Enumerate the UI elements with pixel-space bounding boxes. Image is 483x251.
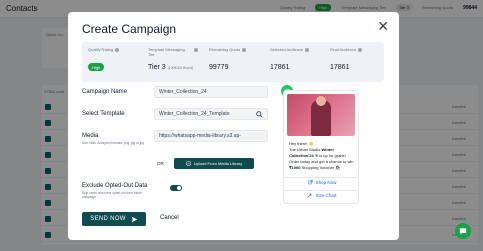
exclude-opted-out-label: Exclude Opted-Out Data (82, 183, 148, 189)
modal-title: Create Campaign (82, 22, 177, 36)
exclude-opted-out-hint: Skip users who have opted out from futur… (82, 191, 142, 199)
campaign-name-input[interactable]: Winter_Collection_24 (154, 86, 268, 98)
chat-icon (459, 228, 467, 235)
send-now-label: SEND NOW (90, 216, 126, 222)
preview-greeting: Hey there! 👋 (289, 141, 314, 146)
quality-badge: High (88, 63, 105, 71)
selected-audience-value: 17861 (270, 64, 290, 71)
info-icon[interactable] (194, 47, 198, 52)
campaign-stats-bar: Quality Rating High Template Messaging T… (82, 42, 384, 82)
exclude-opted-out-toggle[interactable] (170, 185, 182, 191)
create-campaign-modal: Create Campaign ✕ Quality Rating High Te… (68, 12, 399, 240)
preview-message: Hey there! 👋 The Urban Studio Winter Col… (289, 141, 354, 170)
remaining-quota-value: 99779 (209, 64, 229, 71)
media-hint: Size:5MB, Accepted formats: png, jpg or … (82, 141, 145, 145)
tier-value: Tier 3 (148, 64, 166, 71)
upload-media-button[interactable]: Upload From Media Library (174, 158, 254, 169)
media-url-input[interactable]: https://whatsapp-media-library.s3.ap- (154, 130, 268, 142)
stat-label: Remaining Quota (209, 47, 241, 52)
external-link-icon (307, 180, 313, 185)
size-chart-label: Size Chart (315, 193, 337, 198)
chat-button[interactable] (455, 223, 471, 239)
toggle-knob (177, 186, 181, 190)
send-now-button[interactable]: SEND NOW (82, 212, 146, 226)
send-icon (131, 216, 138, 222)
stat-messaging-tier: Template Messaging Tier Tier 3 (100K/24 … (148, 47, 198, 71)
upload-media-label: Upload From Media Library (193, 161, 243, 166)
template-select[interactable]: Winter_Collection_24_Template (154, 108, 268, 120)
or-separator: OR (157, 161, 164, 166)
message-preview: Hey there! 👋 The Urban Studio Winter Col… (283, 90, 359, 204)
stat-remaining-quota: Remaining Quota 99779 (209, 47, 259, 71)
campaign-name-label: Campaign Name (82, 89, 128, 95)
info-icon[interactable] (115, 47, 120, 52)
preview-image (287, 94, 355, 136)
shop-now-label: Shop Now (315, 180, 337, 185)
size-chart-button[interactable]: Size Chart (284, 193, 358, 198)
tier-limit: (100K/24 Hours) (167, 66, 194, 70)
shop-now-button[interactable]: Shop Now (284, 180, 358, 185)
info-icon[interactable] (358, 47, 363, 52)
image-icon (186, 161, 191, 166)
link-arrow-icon (307, 193, 312, 198)
stat-quality-rating: Quality Rating High (88, 47, 132, 71)
stat-final-audience: Final Audience 17861 (330, 47, 380, 71)
select-template-label: Select Template (82, 111, 125, 117)
media-label: Media (82, 133, 99, 139)
template-select-value: Winter_Collection_24_Template (159, 111, 230, 117)
close-icon[interactable]: ✕ (377, 19, 389, 33)
final-audience-value: 17861 (330, 64, 350, 71)
stat-label: Quality Rating (88, 47, 114, 52)
stat-selected-audience: Selected Audience 17861 (270, 47, 310, 71)
info-icon[interactable] (242, 47, 247, 52)
stat-label: Template Messaging Tier (148, 47, 185, 57)
cancel-button[interactable]: Cancel (160, 215, 179, 221)
stat-label: Final Audience (330, 47, 357, 52)
stat-label: Selected Audience (270, 47, 304, 52)
preview-voucher-amount: ₹1000 (289, 165, 301, 170)
info-icon[interactable] (305, 47, 310, 52)
search-icon (256, 111, 263, 118)
